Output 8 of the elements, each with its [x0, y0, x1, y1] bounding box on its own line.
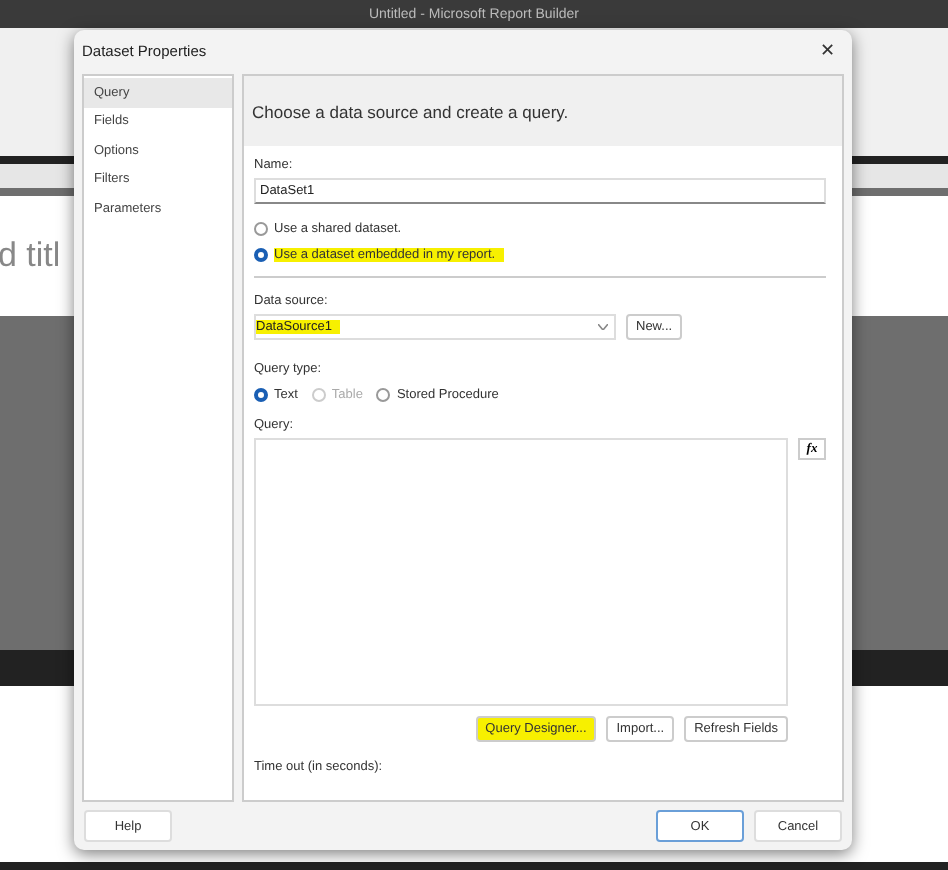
- radio-button[interactable]: [254, 248, 268, 262]
- chevron-icon: [598, 324, 608, 330]
- radio-button[interactable]: [254, 222, 268, 236]
- panel-heading: Choose a data source and create a query.: [244, 76, 842, 146]
- radio-button[interactable]: [376, 388, 391, 402]
- radio-button[interactable]: [254, 388, 268, 402]
- report-title: d titl: [0, 236, 61, 276]
- close-button[interactable]: ✕: [816, 40, 840, 60]
